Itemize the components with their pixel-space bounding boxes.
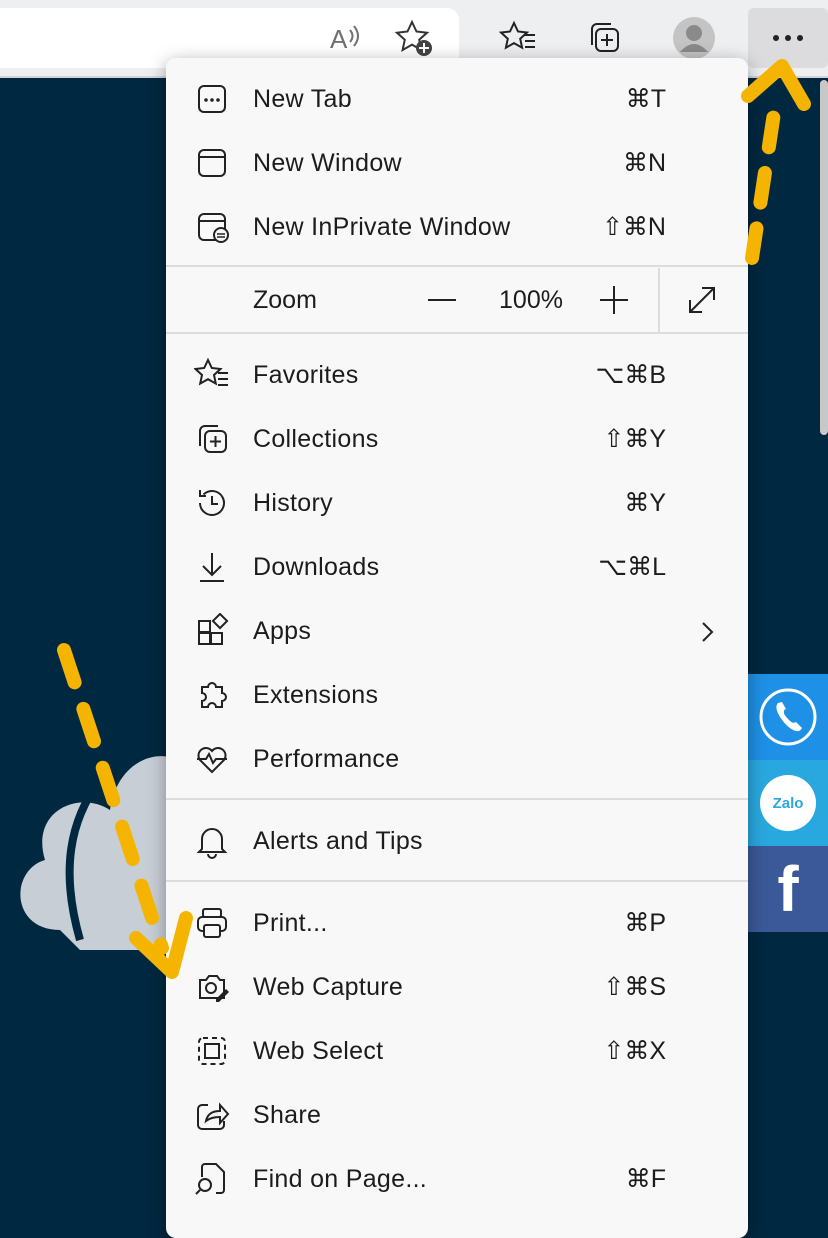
menu-item-shortcut: ⇧⌘S — [603, 973, 666, 1001]
zoom-row: Zoom 100% — [166, 268, 748, 332]
menu-item-label: Apps — [253, 617, 312, 645]
menu-separator — [166, 265, 748, 267]
menu-item-shortcut: ⌘F — [625, 1165, 666, 1193]
menu-item-shortcut: ⇧⌘Y — [603, 425, 666, 453]
menu-item-new-tab[interactable]: New Tab ⌘T — [166, 67, 748, 131]
menu-item-web-select[interactable]: Web Select ⇧⌘X — [166, 1019, 748, 1083]
zoom-out-button[interactable] — [424, 282, 460, 318]
bell-icon — [194, 823, 230, 859]
menu-item-alerts-and-tips[interactable]: Alerts and Tips — [166, 809, 748, 873]
downloads-icon — [194, 549, 230, 585]
zoom-divider — [658, 268, 660, 332]
browser-menu: New Tab ⌘T New Window ⌘N New InPrivate W… — [166, 58, 748, 1238]
find-icon — [194, 1161, 230, 1197]
svg-text:A: A — [330, 24, 348, 54]
zoom-in-button[interactable] — [596, 282, 632, 318]
scrollbar[interactable] — [820, 80, 828, 435]
arrow-to-more-button — [741, 59, 811, 265]
extensions-icon — [194, 677, 230, 713]
menu-item-label: Collections — [253, 425, 379, 453]
menu-item-collections[interactable]: Collections ⇧⌘Y — [166, 407, 748, 471]
menu-separator — [166, 332, 748, 334]
menu-item-history[interactable]: History ⌘Y — [166, 471, 748, 535]
menu-item-label: New Tab — [253, 85, 352, 113]
menu-item-extensions[interactable]: Extensions — [166, 663, 748, 727]
add-favorite-icon[interactable] — [392, 16, 436, 60]
fullscreen-icon[interactable] — [684, 282, 720, 318]
apps-icon — [194, 613, 230, 649]
menu-item-performance[interactable]: Performance — [166, 727, 748, 791]
menu-item-label: Web Select — [253, 1037, 384, 1065]
new-tab-icon — [194, 81, 230, 117]
menu-item-label: Alerts and Tips — [253, 827, 423, 855]
menu-separator — [166, 880, 748, 882]
chevron-right-icon — [700, 621, 714, 643]
menu-item-favorites[interactable]: Favorites ⌥⌘B — [166, 343, 748, 407]
facebook-icon: f — [777, 853, 799, 925]
performance-icon — [194, 741, 230, 777]
zalo-label: Zalo — [772, 794, 804, 812]
menu-item-label: Print... — [253, 909, 328, 937]
web-select-icon — [194, 1033, 230, 1069]
zalo-icon: Zalo — [760, 775, 816, 831]
menu-item-shortcut: ⇧⌘X — [603, 1037, 666, 1065]
profile-icon[interactable] — [672, 16, 716, 60]
menu-item-downloads[interactable]: Downloads ⌥⌘L — [166, 535, 748, 599]
menu-item-shortcut: ⌘T — [625, 85, 666, 113]
inprivate-icon — [194, 209, 230, 245]
zalo-button[interactable]: Zalo — [748, 760, 828, 846]
menu-item-label: New InPrivate Window — [253, 213, 511, 241]
menu-item-label: Favorites — [253, 361, 359, 389]
menu-item-shortcut: ⌘N — [622, 149, 666, 177]
print-icon — [194, 905, 230, 941]
zoom-label: Zoom — [253, 286, 317, 314]
phone-button[interactable] — [748, 674, 828, 760]
menu-item-shortcut: ⌘P — [624, 909, 666, 937]
collections-icon[interactable] — [582, 16, 626, 60]
menu-item-label: Extensions — [253, 681, 379, 709]
menu-item-shortcut: ⌥⌘L — [598, 553, 666, 581]
history-icon — [194, 485, 230, 521]
read-aloud-icon[interactable]: A — [322, 16, 366, 60]
menu-item-apps[interactable]: Apps — [166, 599, 748, 663]
menu-item-label: Share — [253, 1101, 322, 1129]
menu-item-shortcut: ⌥⌘B — [595, 361, 666, 389]
menu-item-label: Downloads — [253, 553, 380, 581]
menu-item-share[interactable]: Share — [166, 1083, 748, 1147]
menu-item-label: History — [253, 489, 333, 517]
menu-item-label: New Window — [253, 149, 402, 177]
new-window-icon — [194, 145, 230, 181]
facebook-button[interactable]: f — [748, 846, 828, 932]
more-icon[interactable] — [748, 8, 828, 68]
menu-item-shortcut: ⇧⌘N — [601, 213, 666, 241]
menu-item-label: Web Capture — [253, 973, 404, 1001]
menu-item-label: Performance — [253, 745, 400, 773]
share-icon — [194, 1097, 230, 1133]
web-capture-icon — [194, 969, 230, 1005]
menu-item-new-inprivate-window[interactable]: New InPrivate Window ⇧⌘N — [166, 195, 748, 259]
zoom-value: 100% — [499, 286, 563, 314]
menu-item-label: Find on Page... — [253, 1165, 428, 1193]
menu-item-shortcut: ⌘Y — [624, 489, 666, 517]
menu-item-new-window[interactable]: New Window ⌘N — [166, 131, 748, 195]
menu-item-find-on-page[interactable]: Find on Page... ⌘F — [166, 1147, 748, 1211]
collections-icon — [194, 421, 230, 457]
favorites-icon — [194, 357, 230, 393]
menu-separator — [166, 798, 748, 800]
menu-item-web-capture[interactable]: Web Capture ⇧⌘S — [166, 955, 748, 1019]
favorites-icon[interactable] — [496, 16, 540, 60]
menu-item-print[interactable]: Print... ⌘P — [166, 891, 748, 955]
